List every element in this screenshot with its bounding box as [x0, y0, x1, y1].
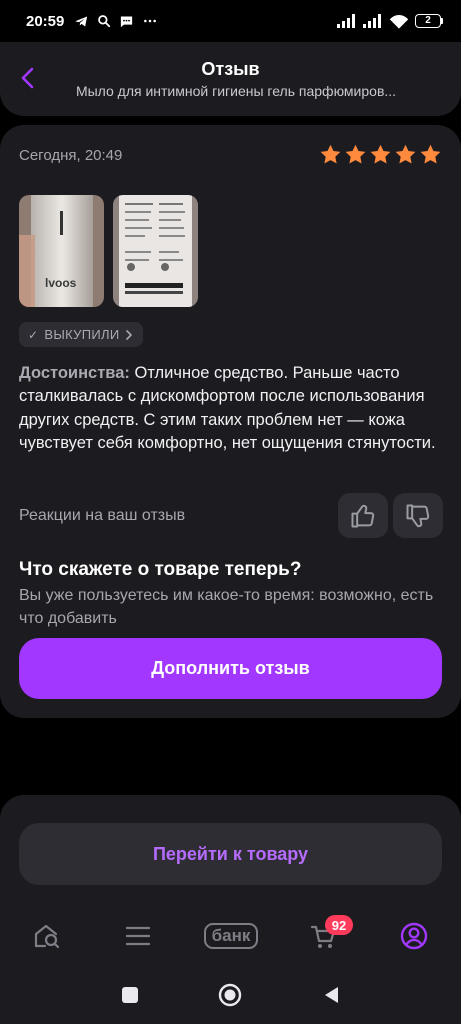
reactions-label: Реакции на ваш отзыв [19, 507, 186, 524]
thumbs-down-icon [406, 504, 430, 527]
check-icon: ✓ [28, 327, 39, 342]
home-search-icon [34, 924, 60, 949]
review-photos: lvoos [19, 195, 198, 307]
bottom-tabbar: банк 92 [0, 910, 461, 965]
star-icon [345, 144, 366, 164]
recents-button[interactable] [110, 977, 150, 1013]
bank-icon: банк [203, 923, 259, 949]
review-date: Сегодня, 20:49 [19, 147, 123, 164]
tab-catalog[interactable] [108, 910, 168, 962]
message-icon [121, 16, 133, 27]
page-title: Отзыв [201, 59, 260, 79]
status-time: 20:59 [26, 12, 65, 30]
star-icon [370, 144, 391, 164]
home-button[interactable] [210, 977, 250, 1013]
header: Отзыв Мыло для интимной гигиены гель пар… [0, 42, 461, 116]
bought-badge[interactable]: ✓ ВЫКУПИЛИ [19, 322, 144, 347]
star-icon [420, 144, 441, 164]
pros-label: Достоинства: [19, 364, 130, 382]
tab-cart[interactable]: 92 [293, 910, 353, 962]
back-system-button[interactable] [311, 977, 351, 1013]
star-icon [395, 144, 416, 164]
thumbs-up-icon [351, 504, 375, 527]
star-icon [320, 144, 341, 164]
chevron-right-icon [126, 329, 133, 340]
signal-icon [363, 14, 381, 28]
system-navigation [0, 965, 461, 1024]
battery-icon: 2 [415, 14, 443, 28]
signal-icon [337, 14, 355, 28]
tab-home[interactable] [17, 910, 77, 962]
wifi-icon [389, 14, 409, 29]
like-button[interactable] [338, 493, 388, 538]
review-text: Достоинства: Отличное средство. Раньше ч… [19, 362, 439, 455]
tab-bank[interactable]: банк [199, 910, 263, 962]
review-photo-2[interactable] [113, 195, 198, 307]
search-icon [98, 15, 111, 28]
add-review-button[interactable]: Дополнить отзыв [19, 638, 442, 699]
telegram-icon [75, 16, 88, 26]
menu-icon [125, 926, 151, 946]
status-bar: 20:59 2 [0, 0, 461, 42]
go-to-product-button[interactable]: Перейти к товару [19, 823, 442, 885]
svg-text:lvoos: lvoos [45, 276, 77, 290]
review-card: Сегодня, 20:49 lvoos ✓ ВЫКУПИЛИ Достоинс… [0, 125, 461, 718]
product-name: Мыло для интимной гигиены гель парфюмиро… [75, 83, 397, 99]
square-icon [122, 987, 138, 1003]
triangle-back-icon [325, 987, 338, 1003]
tab-profile[interactable] [384, 910, 444, 962]
prompt-text: Вы уже пользуетесь им какое-то время: во… [19, 587, 434, 627]
more-notifications-icon [144, 19, 157, 23]
dislike-button[interactable] [393, 493, 443, 538]
cart-count-badge: 92 [325, 915, 353, 935]
rating-stars [319, 143, 442, 166]
circle-icon [218, 983, 242, 1007]
bought-label: ВЫКУПИЛИ [44, 327, 120, 342]
review-photo-1[interactable]: lvoos [19, 195, 104, 307]
prompt-title: Что скажете о товаре теперь? [19, 559, 302, 580]
profile-icon [400, 922, 428, 950]
